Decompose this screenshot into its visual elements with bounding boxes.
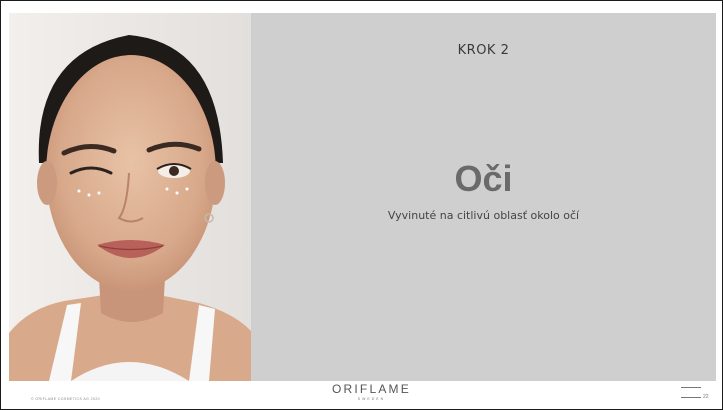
content-panel: KROK 2 Oči Vyvinuté na citlivú oblasť ok… xyxy=(251,13,716,381)
slide-subtitle: Vyvinuté na citlivú oblasť okolo očí xyxy=(387,209,580,222)
slide-title: Oči xyxy=(454,158,513,199)
model-face-image xyxy=(9,13,251,381)
page-number: 22 xyxy=(703,394,709,400)
slide: KROK 2 Oči Vyvinuté na citlivú oblasť ok… xyxy=(0,0,723,410)
step-label: KROK 2 xyxy=(457,43,510,58)
logo-wordmark: ORIFLAME xyxy=(332,382,411,396)
hamburger-icon[interactable] xyxy=(681,385,701,399)
oriflame-logo: ORIFLAME SWEDEN xyxy=(332,382,411,402)
logo-subtext: SWEDEN xyxy=(357,397,386,401)
copyright-text: © ORIFLAME COSMETICS AG 2020 xyxy=(31,397,101,401)
model-photo xyxy=(9,13,251,381)
